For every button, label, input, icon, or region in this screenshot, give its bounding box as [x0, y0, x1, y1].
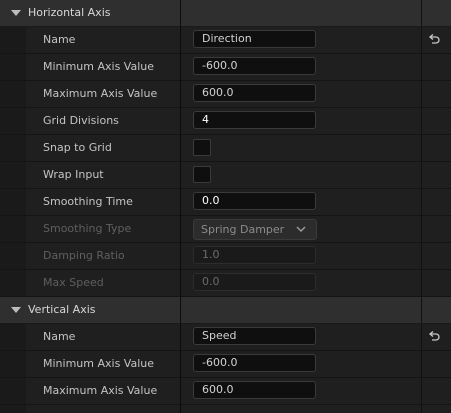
details-panel: Horizontal Axis Name Direction Minimum A… — [0, 0, 451, 413]
name-input[interactable]: Direction — [193, 30, 316, 48]
property-label: Wrap Input — [43, 168, 104, 181]
property-label: Name — [43, 33, 76, 46]
property-row-maximum-axis-value: Maximum Axis Value 600.0 — [0, 81, 451, 108]
snap-to-grid-checkbox[interactable] — [193, 139, 211, 156]
property-row-max-speed: Max Speed 0.0 — [0, 270, 451, 297]
smoothing-time-input[interactable]: 0.0 — [193, 192, 316, 210]
maximum-axis-value-input[interactable]: 600.0 — [193, 381, 316, 399]
property-row-name: Name Speed — [0, 324, 451, 351]
property-label: Maximum Axis Value — [43, 384, 158, 397]
property-label: Max Speed — [43, 276, 104, 289]
property-label: Smoothing Time — [43, 195, 133, 208]
column-divider[interactable] — [180, 0, 181, 413]
property-row-grid-divisions: Grid Divisions 4 — [0, 108, 451, 135]
chevron-down-icon — [296, 226, 306, 233]
property-label: Minimum Axis Value — [43, 60, 154, 73]
minimum-axis-value-input[interactable]: -600.0 — [193, 354, 316, 372]
property-label: Smoothing Type — [43, 222, 132, 235]
section-title: Horizontal Axis — [28, 6, 111, 19]
property-label: Maximum Axis Value — [43, 87, 158, 100]
grid-divisions-input[interactable]: 4 — [193, 111, 316, 129]
property-row-minimum-axis-value: Minimum Axis Value -600.0 — [0, 54, 451, 81]
damping-ratio-input[interactable]: 1.0 — [193, 246, 316, 264]
name-input[interactable]: Speed — [193, 327, 316, 345]
reset-arrow-icon[interactable] — [427, 330, 441, 344]
maximum-axis-value-input[interactable]: 600.0 — [193, 84, 316, 102]
property-label: Snap to Grid — [43, 141, 112, 154]
property-row-smoothing-time: Smoothing Time 0.0 — [0, 189, 451, 216]
dropdown-value: Spring Damper — [201, 223, 285, 236]
property-row-minimum-axis-value: Minimum Axis Value -600.0 — [0, 351, 451, 378]
property-label: Grid Divisions — [43, 114, 119, 127]
triangle-down-icon[interactable] — [11, 307, 21, 313]
property-row-snap-to-grid: Snap to Grid — [0, 135, 451, 162]
property-row-damping-ratio: Damping Ratio 1.0 — [0, 243, 451, 270]
section-horizontal-axis[interactable]: Horizontal Axis — [0, 0, 451, 27]
property-row-wrap-input: Wrap Input — [0, 162, 451, 189]
property-row-smoothing-type: Smoothing Type Spring Damper — [0, 216, 451, 243]
property-label: Minimum Axis Value — [43, 357, 154, 370]
reset-arrow-icon[interactable] — [427, 33, 441, 47]
smoothing-type-dropdown[interactable]: Spring Damper — [193, 219, 317, 240]
triangle-down-icon[interactable] — [11, 10, 21, 16]
property-label: Name — [43, 330, 76, 343]
property-row-maximum-axis-value: Maximum Axis Value 600.0 — [0, 378, 451, 405]
minimum-axis-value-input[interactable]: -600.0 — [193, 57, 316, 75]
section-title: Vertical Axis — [28, 303, 96, 316]
max-speed-input[interactable]: 0.0 — [193, 273, 316, 291]
property-row-name: Name Direction — [0, 27, 451, 54]
wrap-input-checkbox[interactable] — [193, 166, 211, 183]
property-label: Damping Ratio — [43, 249, 125, 262]
property-row-partial — [0, 405, 451, 413]
section-vertical-axis[interactable]: Vertical Axis — [0, 297, 451, 324]
